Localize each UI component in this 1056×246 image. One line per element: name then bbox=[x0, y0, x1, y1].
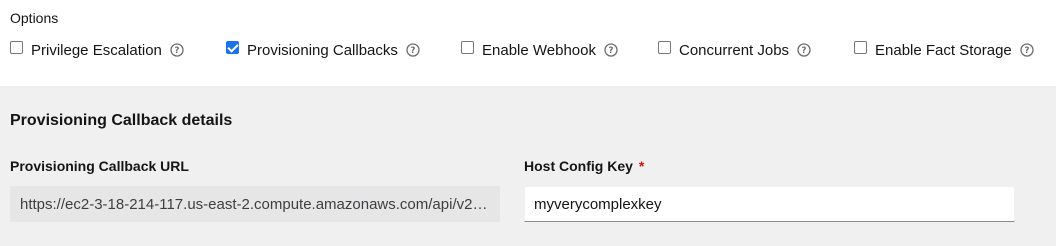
privilege-escalation-label[interactable]: Privilege Escalation bbox=[31, 42, 162, 59]
option-enable-webhook[interactable]: Enable Webhook ? bbox=[461, 39, 618, 61]
help-icon[interactable]: ? bbox=[797, 43, 811, 57]
option-enable-fact-storage[interactable]: Enable Fact Storage ? bbox=[854, 39, 1034, 61]
privilege-escalation-checkbox[interactable] bbox=[10, 41, 23, 54]
svg-text:?: ? bbox=[609, 46, 614, 56]
option-concurrent-jobs[interactable]: Concurrent Jobs ? bbox=[658, 39, 811, 61]
options-section: Options Privilege Escalation ? Provision… bbox=[0, 0, 1056, 86]
options-heading: Options bbox=[10, 10, 59, 26]
callback-url-field[interactable]: https://ec2-3-18-214-117.us-east-2.compu… bbox=[10, 186, 500, 222]
enable-webhook-label[interactable]: Enable Webhook bbox=[482, 42, 596, 59]
concurrent-jobs-checkbox[interactable] bbox=[658, 41, 671, 54]
callback-url-label: Provisioning Callback URL bbox=[10, 158, 189, 174]
enable-fact-storage-checkbox[interactable] bbox=[854, 41, 867, 54]
option-privilege-escalation[interactable]: Privilege Escalation ? bbox=[10, 39, 184, 61]
help-icon[interactable]: ? bbox=[406, 43, 420, 57]
provisioning-callbacks-checkbox[interactable] bbox=[226, 41, 239, 54]
svg-text:?: ? bbox=[802, 46, 807, 56]
enable-webhook-checkbox[interactable] bbox=[461, 41, 474, 54]
help-icon[interactable]: ? bbox=[604, 43, 618, 57]
svg-text:?: ? bbox=[174, 46, 179, 56]
required-marker: * bbox=[638, 158, 645, 174]
host-config-key-input[interactable] bbox=[524, 186, 1015, 222]
svg-text:?: ? bbox=[410, 46, 415, 56]
help-icon[interactable]: ? bbox=[170, 43, 184, 57]
callback-url-value[interactable]: https://ec2-3-18-214-117.us-east-2.compu… bbox=[20, 196, 490, 213]
help-icon[interactable]: ? bbox=[1020, 43, 1034, 57]
enable-fact-storage-label[interactable]: Enable Fact Storage bbox=[875, 42, 1012, 59]
svg-text:?: ? bbox=[1024, 46, 1029, 56]
host-config-key-label: Host Config Key * bbox=[524, 158, 644, 174]
option-provisioning-callbacks[interactable]: Provisioning Callbacks ? bbox=[226, 39, 420, 61]
details-heading: Provisioning Callback details bbox=[10, 112, 233, 129]
host-config-key-label-text: Host Config Key bbox=[524, 158, 633, 174]
provisioning-callbacks-label[interactable]: Provisioning Callbacks bbox=[247, 42, 398, 59]
provisioning-callback-details: Provisioning Callback details Provisioni… bbox=[0, 86, 1056, 246]
concurrent-jobs-label[interactable]: Concurrent Jobs bbox=[679, 42, 789, 59]
